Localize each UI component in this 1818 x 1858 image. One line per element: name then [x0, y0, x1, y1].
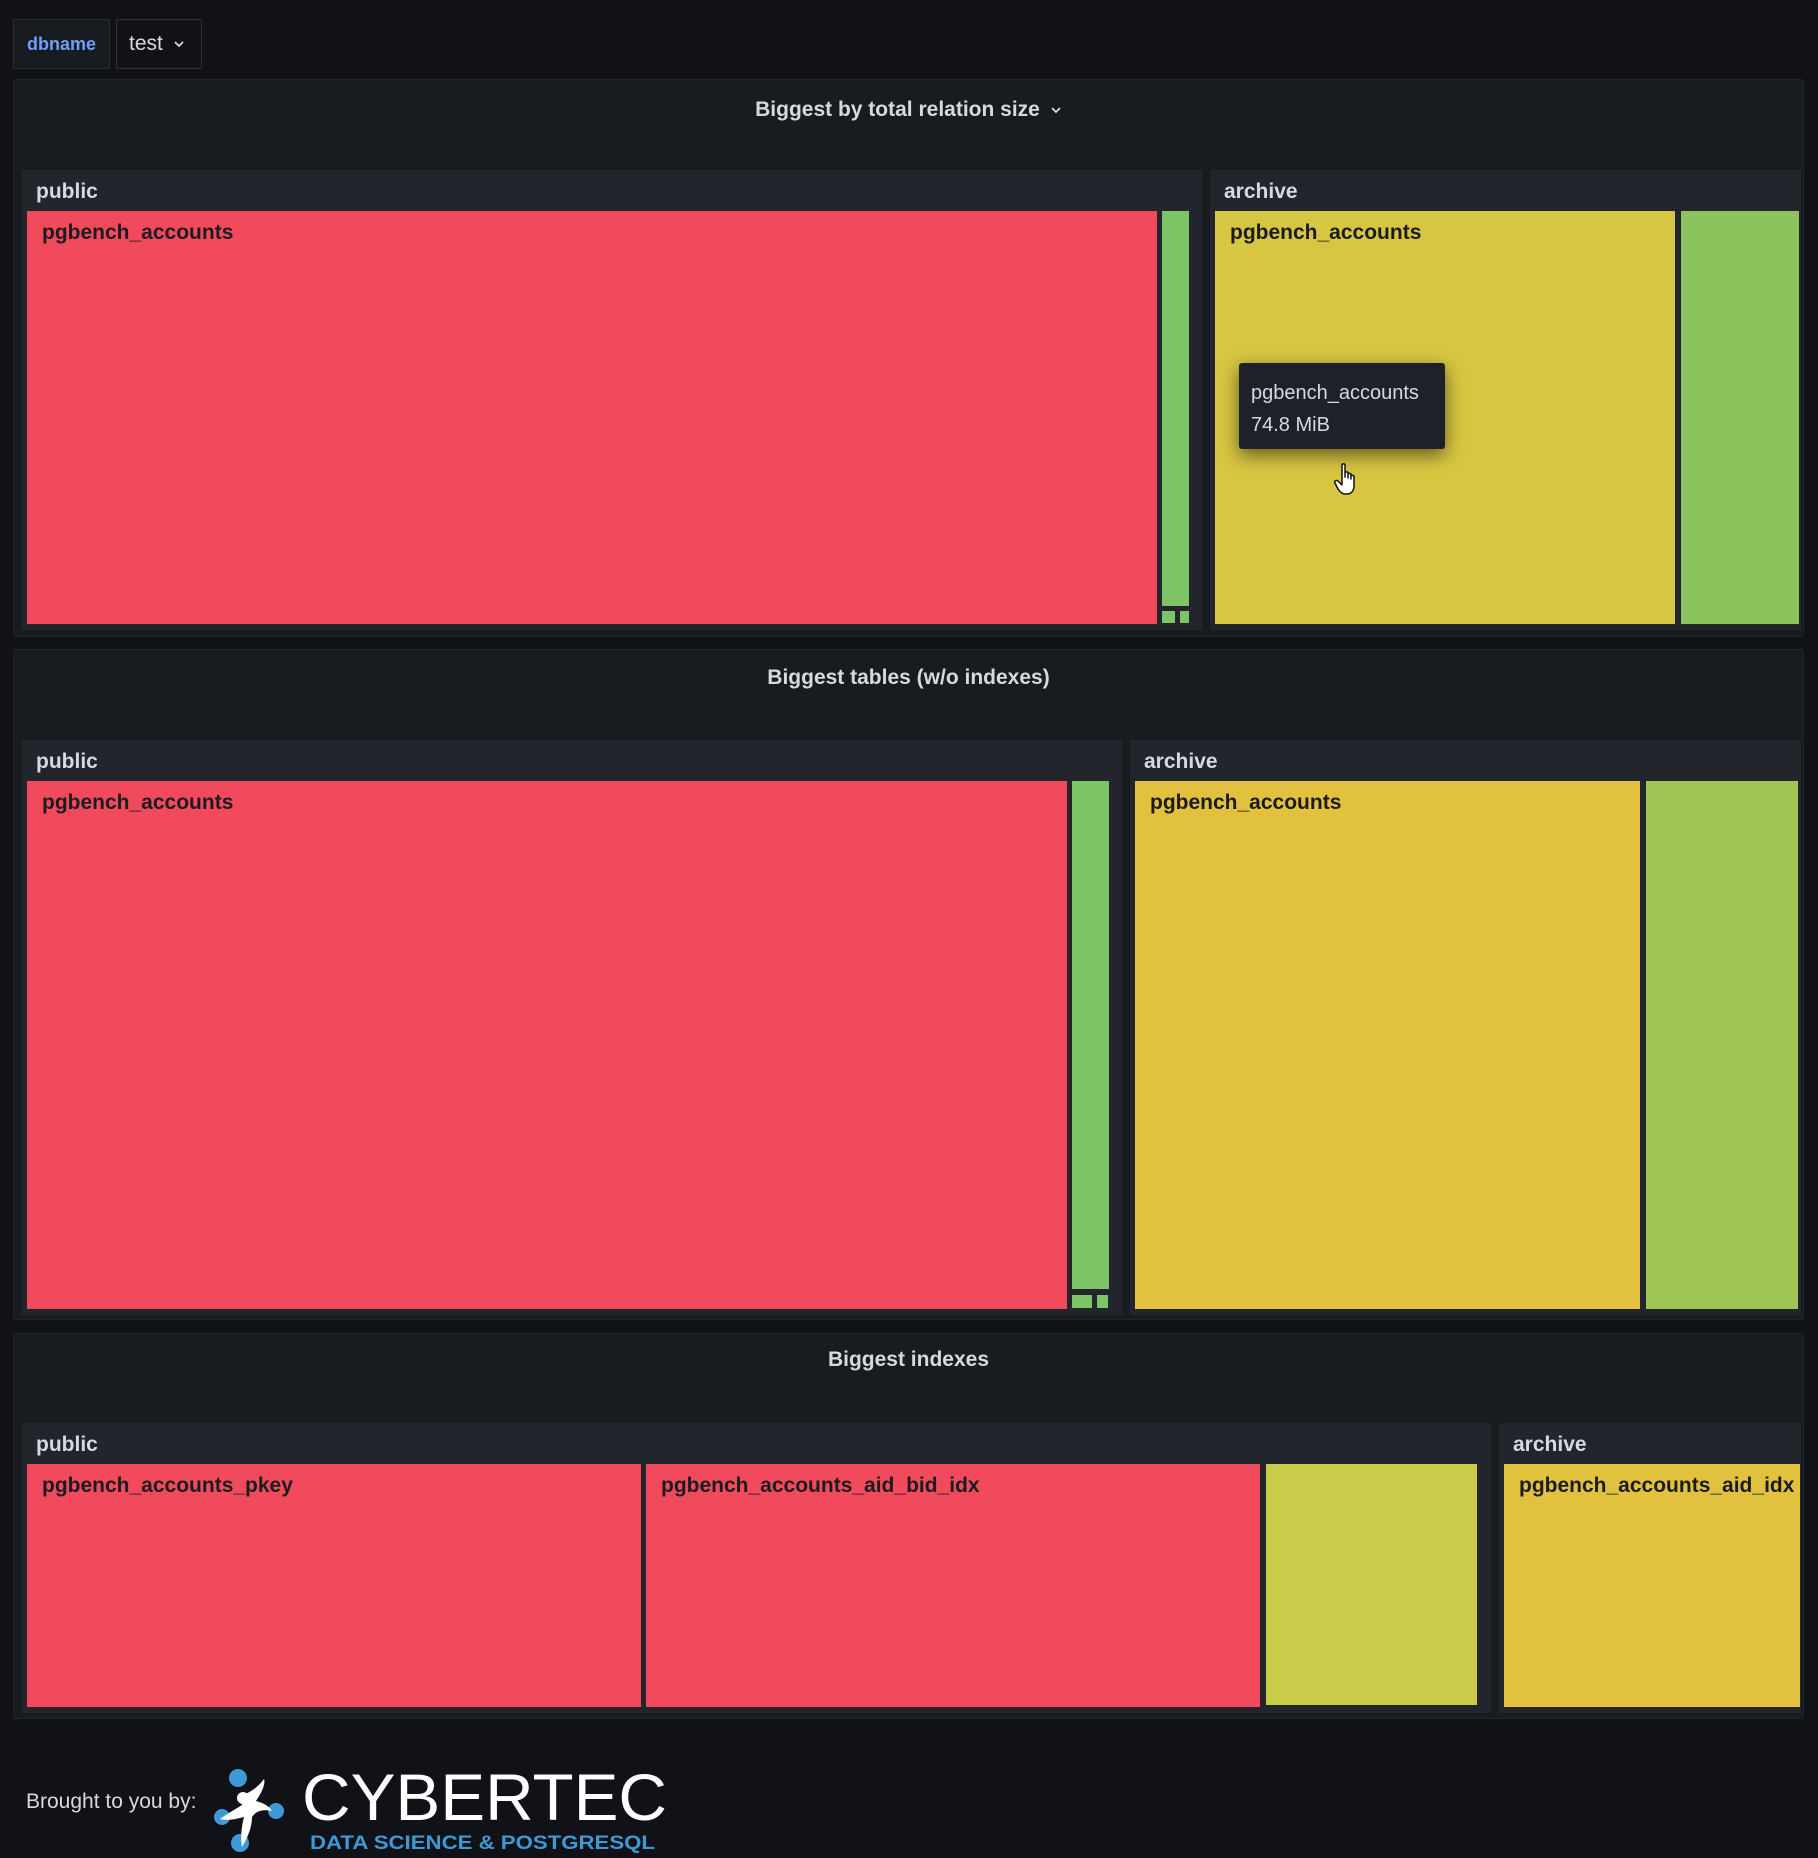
treemap-cell[interactable] [1646, 781, 1798, 1309]
treemap-cell[interactable] [1681, 211, 1799, 624]
treemap-cell[interactable] [1072, 781, 1109, 1289]
chevron-down-icon[interactable] [1050, 104, 1062, 116]
treemap-group-archive: archive pgbench_accounts [1130, 740, 1801, 1315]
cell-label: pgbench_accounts [42, 791, 234, 814]
tooltip-name: pgbench_accounts [1251, 382, 1419, 404]
dbname-selected-value: test [129, 32, 163, 55]
treemap-cell[interactable] [1072, 1295, 1092, 1308]
group-label: archive [1513, 1433, 1587, 1456]
cybertec-logo-mark-icon [214, 1769, 284, 1852]
cell-label: pgbench_accounts [1150, 791, 1342, 814]
treemap-group-public: public pgbench_accounts [22, 170, 1202, 630]
treemap-cell[interactable]: pgbench_accounts_pkey [27, 1464, 641, 1707]
logo-main-text: CYBERTEC [302, 1765, 667, 1834]
treemap-cell[interactable] [1162, 611, 1175, 623]
chevron-down-icon [174, 41, 184, 48]
panel-biggest-indexes: Biggest indexes public pgbench_accounts_… [13, 1333, 1804, 1719]
panel-title-text: Biggest indexes [827, 1348, 990, 1371]
treemap-cell[interactable]: pgbench_accounts [27, 781, 1067, 1309]
treemap-group-public: public pgbench_accounts_pkey pgbench_acc… [22, 1423, 1491, 1713]
cell-label: pgbench_accounts_aid_bid_idx [661, 1474, 980, 1497]
treemap-cell[interactable] [1097, 1295, 1108, 1308]
dbname-select[interactable]: test [116, 19, 202, 69]
treemap-cell[interactable]: pgbench_accounts [27, 211, 1157, 624]
panel-title[interactable]: Biggest by total relation size [14, 94, 1803, 126]
treemap-cell[interactable]: pgbench_accounts_aid_bid_idx [646, 1464, 1260, 1707]
cell-label: pgbench_accounts_aid_idx [1519, 1474, 1795, 1497]
panel-biggest-tables: Biggest tables (w/o indexes) public pgbe… [13, 649, 1804, 1320]
footer-text: Brought to you by: [26, 1790, 197, 1813]
group-label: public [36, 1433, 98, 1456]
cell-label: pgbench_accounts_pkey [42, 1474, 293, 1497]
group-label: archive [1144, 750, 1218, 773]
cell-label: pgbench_accounts [42, 221, 234, 244]
panel-title-text: Biggest by total relation size [755, 98, 1040, 121]
panel-title[interactable]: Biggest tables (w/o indexes) [14, 662, 1803, 694]
variable-bar: dbname test [13, 19, 202, 69]
group-label: public [36, 750, 98, 773]
treemap-cell[interactable]: pgbench_accounts_aid_idx [1504, 1464, 1800, 1707]
treemap-tooltip: pgbench_accounts 74.8 MiB [1239, 363, 1445, 449]
panel-total-relation-size: Biggest by total relation size public pg… [13, 79, 1804, 637]
logo-sub-text: DATA SCIENCE & POSTGRESQL [310, 1833, 655, 1854]
treemap-cell[interactable] [1266, 1464, 1477, 1705]
treemap-cell[interactable] [1180, 611, 1189, 623]
treemap-group-archive: archive pgbench_accounts_aid_idx [1499, 1423, 1801, 1713]
panel-title[interactable]: Biggest indexes [14, 1344, 1803, 1376]
cell-label: pgbench_accounts [1230, 221, 1422, 244]
treemap-group-public: public pgbench_accounts [22, 740, 1122, 1315]
panel-title-text: Biggest tables (w/o indexes) [767, 666, 1050, 689]
group-label: archive [1224, 180, 1298, 203]
treemap-cell[interactable]: pgbench_accounts [1135, 781, 1640, 1309]
variable-label-dbname: dbname [13, 19, 111, 69]
group-label: public [36, 180, 98, 203]
hand-cursor-icon [1334, 463, 1355, 495]
cybertec-logo[interactable]: CYBERTEC DATA SCIENCE & POSTGRESQL [212, 1765, 667, 1855]
treemap-cell[interactable] [1162, 211, 1189, 606]
tooltip-value: 74.8 MiB [1251, 414, 1330, 436]
